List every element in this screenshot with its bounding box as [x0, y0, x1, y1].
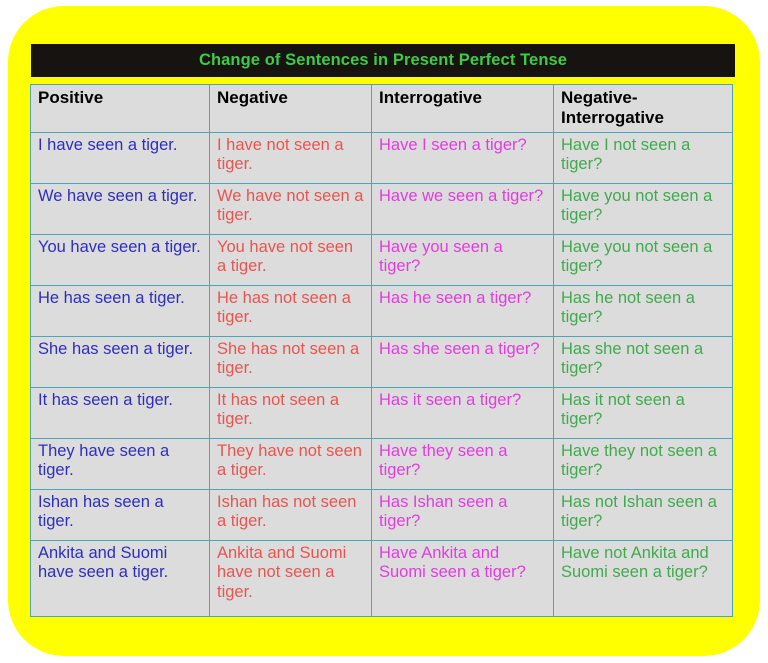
cell-interrogative: Has it seen a tiger? [371, 387, 554, 440]
cell-interrogative: Have I seen a tiger? [371, 132, 554, 185]
cell-positive: It has seen a tiger. [30, 387, 210, 440]
grammar-table-wrapper: Positive Negative Interrogative Negative… [30, 83, 733, 618]
cell-negative: I have not seen a tiger. [209, 132, 372, 185]
page-root: Change of Sentences in Present Perfect T… [0, 0, 768, 663]
cell-positive: Ankita and Suomi have seen a tiger. [30, 540, 210, 618]
cell-negative: You have not seen a tiger. [209, 234, 372, 287]
table-row: It has seen a tiger. It has not seen a t… [30, 387, 733, 440]
column-header-negative-interrogative: Negative-Interrogative [553, 83, 733, 134]
cell-interrogative: Have we seen a tiger? [371, 183, 554, 236]
cell-positive: You have seen a tiger. [30, 234, 210, 287]
cell-positive: Ishan has seen a tiger. [30, 489, 210, 542]
table-row: You have seen a tiger. You have not seen… [30, 234, 733, 287]
cell-interrogative: Have they seen a tiger? [371, 438, 554, 491]
cell-negative-interrogative: Have you not seen a tiger? [553, 183, 733, 236]
cell-negative: Ishan has not seen a tiger. [209, 489, 372, 542]
cell-positive: He has seen a tiger. [30, 285, 210, 338]
cell-negative-interrogative: Have I not seen a tiger? [553, 132, 733, 185]
cell-negative: It has not seen a tiger. [209, 387, 372, 440]
cell-interrogative: Has he seen a tiger? [371, 285, 554, 338]
cell-positive: I have seen a tiger. [30, 132, 210, 185]
cell-negative: We have not seen a tiger. [209, 183, 372, 236]
cell-negative-interrogative: Have you not seen a tiger? [553, 234, 733, 287]
cell-negative: Ankita and Suomi have not seen a tiger. [209, 540, 372, 618]
table-row: She has seen a tiger. She has not seen a… [30, 336, 733, 389]
cell-interrogative: Have you seen a tiger? [371, 234, 554, 287]
table-header: Positive Negative Interrogative Negative… [30, 83, 733, 134]
cell-negative-interrogative: Has he not seen a tiger? [553, 285, 733, 338]
cell-negative-interrogative: Have they not seen a tiger? [553, 438, 733, 491]
table-row: They have seen a tiger. They have not se… [30, 438, 733, 491]
column-header-positive: Positive [30, 83, 210, 134]
cell-negative: He has not seen a tiger. [209, 285, 372, 338]
table-body: I have seen a tiger. I have not seen a t… [30, 132, 733, 618]
cell-interrogative: Have Ankita and Suomi seen a tiger? [371, 540, 554, 618]
table-row: We have seen a tiger. We have not seen a… [30, 183, 733, 236]
table-row: He has seen a tiger. He has not seen a t… [30, 285, 733, 338]
table-header-row: Positive Negative Interrogative Negative… [30, 83, 733, 134]
grammar-table: Positive Negative Interrogative Negative… [30, 83, 733, 618]
cell-positive: They have seen a tiger. [30, 438, 210, 491]
cell-negative-interrogative: Has it not seen a tiger? [553, 387, 733, 440]
cell-positive: She has seen a tiger. [30, 336, 210, 389]
cell-interrogative: Has Ishan seen a tiger? [371, 489, 554, 542]
table-row: Ankita and Suomi have seen a tiger. Anki… [30, 540, 733, 618]
column-header-negative: Negative [209, 83, 372, 134]
cell-negative: They have not seen a tiger. [209, 438, 372, 491]
cell-negative-interrogative: Has not Ishan seen a tiger? [553, 489, 733, 542]
cell-negative: She has not seen a tiger. [209, 336, 372, 389]
table-row: I have seen a tiger. I have not seen a t… [30, 132, 733, 185]
cell-negative-interrogative: Has she not seen a tiger? [553, 336, 733, 389]
table-row: Ishan has seen a tiger. Ishan has not se… [30, 489, 733, 542]
column-header-interrogative: Interrogative [371, 83, 554, 134]
cell-positive: We have seen a tiger. [30, 183, 210, 236]
cell-negative-interrogative: Have not Ankita and Suomi seen a tiger? [553, 540, 733, 618]
cell-interrogative: Has she seen a tiger? [371, 336, 554, 389]
page-title: Change of Sentences in Present Perfect T… [198, 51, 568, 70]
title-bar: Change of Sentences in Present Perfect T… [31, 44, 735, 77]
